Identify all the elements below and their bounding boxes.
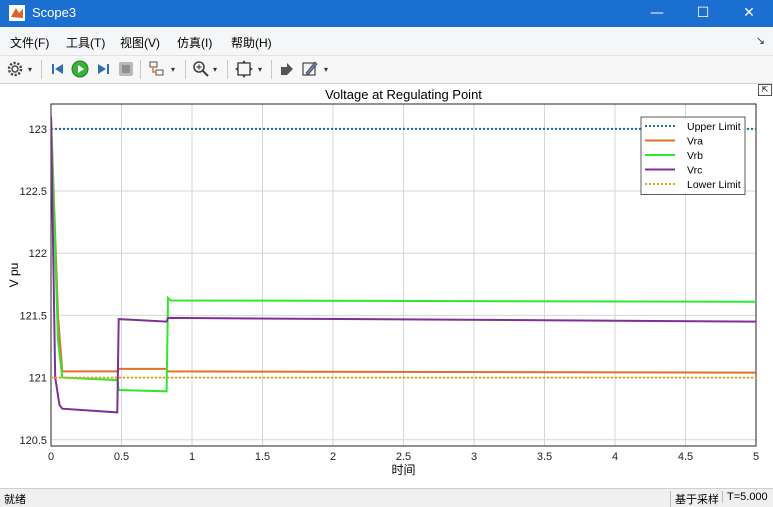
trigger-dropdown-icon[interactable]: ▾ <box>324 65 328 74</box>
highlight-dropdown-icon[interactable]: ▾ <box>171 65 175 74</box>
window-title: Scope3 <box>32 5 77 20</box>
autoscale-icon[interactable] <box>234 59 254 79</box>
chart-title: Voltage at Regulating Point <box>325 87 482 102</box>
highlight-block-icon[interactable] <box>147 59 167 79</box>
x-tick-label: 0 <box>48 451 54 463</box>
y-tick-label: 122 <box>29 248 47 260</box>
status-bar: 就绪 基于采样 T=5.000 <box>0 488 773 507</box>
undock-button[interactable]: ⇱ <box>758 84 772 96</box>
status-text: 就绪 <box>4 494 26 506</box>
menu-help[interactable]: 帮助(H) <box>231 34 272 51</box>
x-tick-label: 5 <box>753 451 759 463</box>
sample-mode-label: 基于采样 <box>670 491 719 507</box>
stop-icon[interactable] <box>116 59 136 79</box>
legend-label: Vra <box>687 136 703 148</box>
run-icon[interactable] <box>70 59 90 79</box>
step-forward-icon[interactable] <box>93 59 113 79</box>
toolbar: ▾ ▾ ▾ ▾ ▾ <box>0 56 773 84</box>
legend[interactable]: Upper Limit Vra Vrb Vrc Lower Limit <box>640 116 746 195</box>
zoom-icon[interactable] <box>191 59 211 79</box>
step-back-icon[interactable] <box>48 59 68 79</box>
simulation-time: T=5.000 <box>722 491 768 503</box>
autoscale-dropdown-icon[interactable]: ▾ <box>258 65 262 74</box>
legend-label: Upper Limit <box>687 121 741 133</box>
voltage-chart: 0 0.5 1 1.5 2 2.5 3 3.5 4 4.5 5 120.5 121 121.5 122 122… <box>7 87 759 477</box>
menu-view[interactable]: 视图(V) <box>120 34 160 51</box>
settings-dropdown-icon[interactable]: ▾ <box>28 65 32 74</box>
y-axis-label: V pu <box>7 263 21 288</box>
toolbar-divider <box>41 60 42 79</box>
menu-tools[interactable]: 工具(T) <box>66 34 105 51</box>
legend-label: Lower Limit <box>687 179 741 191</box>
expand-toolbar-icon[interactable]: ↘ <box>756 34 765 47</box>
y-tick-label: 121.5 <box>19 310 47 322</box>
legend-label: Vrb <box>687 150 703 162</box>
x-tick-label: 3 <box>471 451 477 463</box>
trigger-icon[interactable] <box>300 59 320 79</box>
x-tick-label: 0.5 <box>114 451 129 463</box>
menu-simulation[interactable]: 仿真(I) <box>177 34 212 51</box>
x-tick-label: 1 <box>189 451 195 463</box>
menu-file[interactable]: 文件(F) <box>10 34 49 51</box>
x-tick-label: 4 <box>612 451 618 463</box>
menu-bar: 文件(F) 工具(T) 视图(V) 仿真(I) 帮助(H) ↘ <box>0 27 773 56</box>
x-tick-label: 1.5 <box>255 451 270 463</box>
zoom-dropdown-icon[interactable]: ▾ <box>213 65 217 74</box>
toolbar-divider <box>227 60 228 79</box>
title-bar: Scope3 — ☐ ✕ <box>0 0 773 27</box>
legend-label: Vrc <box>687 165 702 177</box>
toolbar-divider <box>271 60 272 79</box>
x-tick-label: 2.5 <box>396 451 411 463</box>
y-tick-label: 121 <box>29 373 47 385</box>
x-tick-label: 4.5 <box>678 451 693 463</box>
y-tick-label: 123 <box>29 124 47 136</box>
scope-display: 0 0.5 1 1.5 2 2.5 3 3.5 4 4.5 5 120.5 121 121.5 122 122… <box>0 84 773 488</box>
y-tick-label: 120.5 <box>19 435 47 447</box>
x-tick-label: 2 <box>330 451 336 463</box>
x-tick-label: 3.5 <box>537 451 552 463</box>
x-axis-label: 时间 <box>391 463 415 477</box>
gear-icon[interactable] <box>5 59 25 79</box>
matlab-scope-icon <box>9 5 25 21</box>
toolbar-divider <box>140 60 141 79</box>
y-tick-label: 122.5 <box>19 186 47 198</box>
maximize-button[interactable]: ☐ <box>680 0 726 27</box>
toolbar-divider <box>185 60 186 79</box>
minimize-button[interactable]: — <box>634 0 680 27</box>
restore-view-icon[interactable] <box>277 59 297 79</box>
close-button[interactable]: ✕ <box>726 0 772 27</box>
